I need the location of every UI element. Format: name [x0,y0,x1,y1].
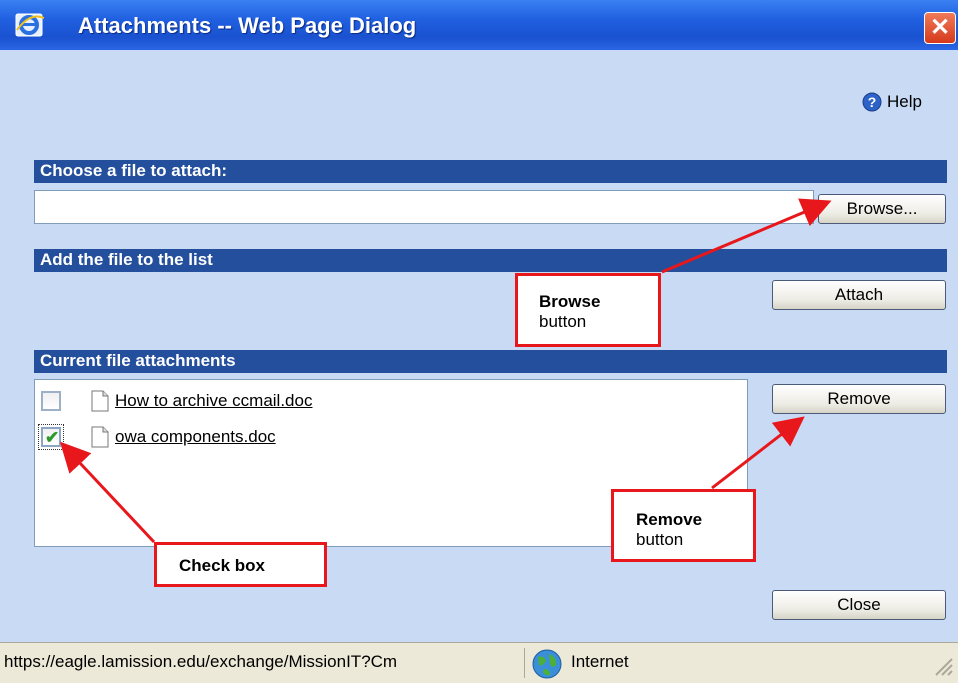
document-icon [91,426,109,448]
window-title: Attachments -- Web Page Dialog [78,13,417,38]
annotation-remove-sub: button [636,530,684,549]
annotation-remove: Remove button [611,489,756,562]
section-add-file: Add the file to the list [34,249,947,272]
annotation-browse-sub: button [539,312,587,331]
section-current-attachments: Current file attachments [34,350,947,373]
list-item: How to archive ccmail.doc [35,390,312,412]
annotation-checkbox-title: Check box [179,556,265,575]
internet-explorer-icon [15,13,45,37]
dialog-body: ? Help Choose a file to attach: Browse..… [0,50,958,642]
help-label: Help [887,92,922,111]
title-bar: Attachments -- Web Page Dialog ✕ [0,0,958,50]
close-window-button[interactable]: ✕ [924,12,956,44]
list-item: ✔ owa components.doc [35,424,276,450]
security-zone: Internet [571,652,629,671]
annotation-remove-title: Remove [636,510,703,529]
annotation-browse-title: Browse [539,292,601,311]
help-icon: ? [862,92,882,112]
status-bar: https://eagle.lamission.edu/exchange/Mis… [0,642,958,683]
annotation-checkbox: Check box [154,542,327,587]
attachment-link[interactable]: owa components.doc [115,427,276,447]
file-path-input[interactable] [34,190,814,224]
help-link[interactable]: ? Help [862,92,922,112]
close-button[interactable]: Close [772,590,946,620]
attach-button[interactable]: Attach [772,280,946,310]
annotation-browse: Browse button [515,273,661,347]
svg-text:?: ? [868,94,877,110]
browse-button[interactable]: Browse... [818,194,946,224]
attachment-checkbox[interactable] [41,391,61,411]
resize-grip-icon[interactable] [930,653,954,677]
status-divider [524,648,525,678]
attachment-checkbox-checked[interactable]: ✔ [38,424,64,450]
remove-button[interactable]: Remove [772,384,946,414]
globe-icon [532,649,562,679]
section-choose-file: Choose a file to attach: [34,160,947,183]
close-icon: ✕ [929,14,951,41]
check-icon: ✔ [45,428,60,447]
attachment-link[interactable]: How to archive ccmail.doc [115,391,312,411]
document-icon [91,390,109,412]
status-url: https://eagle.lamission.edu/exchange/Mis… [4,652,398,671]
